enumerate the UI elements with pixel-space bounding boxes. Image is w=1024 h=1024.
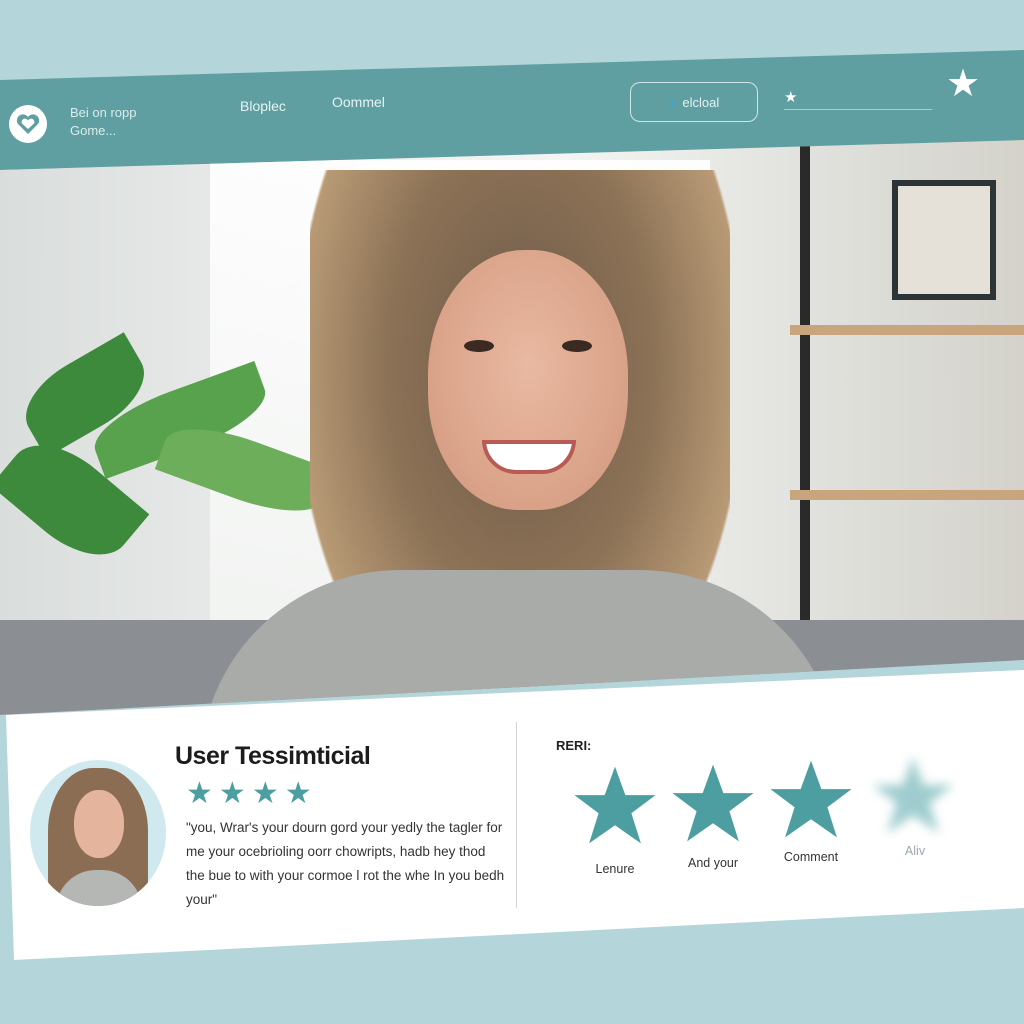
- brand-line-1: Bei on ropp: [70, 105, 137, 120]
- star-icon: ★: [186, 777, 213, 810]
- brand-line-2: Gome...: [70, 123, 117, 138]
- star-icon: ★: [284, 777, 312, 810]
- star-icon: ★: [251, 777, 279, 810]
- rating-caption-1: Lenure: [595, 862, 635, 876]
- header-action-button[interactable]: ♥ elcloal: [630, 82, 758, 122]
- wall-photo-frame: [892, 180, 996, 300]
- rating-star-2[interactable]: [668, 762, 758, 844]
- heart-logo-icon[interactable]: [8, 104, 48, 144]
- rating-star-4[interactable]: [868, 754, 958, 836]
- star-icon: [574, 766, 656, 844]
- brand-name: Bei on ropp Gome...: [70, 104, 137, 140]
- avatar-face: [74, 790, 124, 858]
- star-icon: [770, 760, 852, 838]
- star-icon: [672, 764, 754, 842]
- nav-item-comment[interactable]: Oommel: [332, 94, 385, 110]
- shelf-board: [790, 325, 1024, 335]
- shelf-board: [790, 490, 1024, 500]
- favorite-star-icon[interactable]: ★: [946, 64, 980, 104]
- hero-photo: [0, 140, 1024, 715]
- star-icon: [872, 756, 954, 834]
- person-eye: [464, 340, 494, 352]
- rating-star-3[interactable]: [766, 758, 856, 840]
- rating-star-1[interactable]: [570, 764, 660, 846]
- testimonial-title: User Tessimticial: [175, 742, 371, 770]
- star-icon: ★: [218, 777, 246, 810]
- avatar: [30, 760, 166, 906]
- search-input[interactable]: ★: [784, 84, 932, 110]
- rating-caption-3: Comment: [783, 850, 839, 864]
- nav-item-blogs[interactable]: Bloplec: [240, 98, 286, 114]
- header-action-label: elcloal: [682, 94, 720, 110]
- heart-icon: ♥: [668, 94, 677, 110]
- card-divider: [516, 722, 517, 908]
- person-eye: [562, 340, 592, 352]
- app-window: Bei on ropp Gome... Bloplec Oommel ♥ elc…: [0, 0, 1024, 1024]
- star-icon: ★: [784, 88, 798, 106]
- testimonial-star-rating: ★ ★ ★ ★: [186, 778, 312, 810]
- testimonial-quote: "you, Wrar's your dourn gord your yedly …: [186, 820, 505, 907]
- shelf-frame: [800, 140, 810, 640]
- rating-label: RERI:: [556, 738, 592, 753]
- rating-caption-4: Aliv: [904, 844, 926, 858]
- rating-caption-2: And your: [687, 856, 739, 870]
